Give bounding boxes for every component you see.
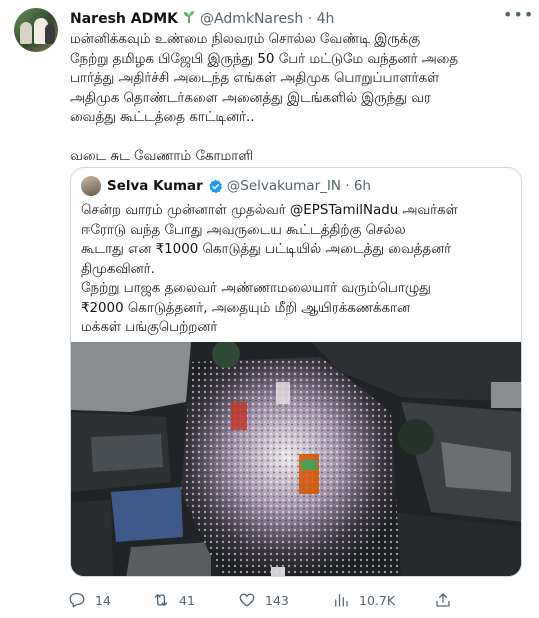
crowd-photo[interactable] [71,342,521,576]
quoted-tweet-text: சென்ற வாரம் முன்னாள் முதல்வர் @EPSTamilN… [81,203,458,335]
quoted-tweet[interactable]: Selva Kumar @Selvakumar_IN · 6h சென்ற வா… [70,167,522,577]
sprout-icon [182,10,196,28]
heart-icon [239,593,255,607]
tweet-time[interactable]: 4h [317,11,335,27]
share-button[interactable] [434,591,452,609]
more-options-icon[interactable]: ••• [503,7,533,28]
views-count: 10.7K [359,592,396,608]
quoted-author-name: Selva Kumar [107,178,203,194]
tweet-text: மன்னிக்கவும் உண்மை நிலவரம் சொல்ல வேண்டி … [70,32,459,164]
like-count: 143 [265,592,289,608]
like-button[interactable]: 143 [238,591,289,609]
author-avatar[interactable] [14,8,58,52]
retweet-button[interactable]: 41 [152,591,195,609]
quoted-tweet-header: Selva Kumar @Selvakumar_IN · 6h [81,176,371,196]
verified-badge-icon [209,179,222,193]
separator-dot: · [340,178,354,194]
retweet-count: 41 [179,592,195,608]
quoted-author-handle: @Selvakumar_IN [226,178,341,194]
quoted-tweet-time: 6h [353,178,371,194]
tweet-header: Naresh ADMK @AdmkNaresh · 4h [70,10,334,28]
analytics-icon [335,594,348,607]
author-name[interactable]: Naresh ADMK [70,11,178,27]
reply-icon [69,592,85,608]
author-handle[interactable]: @AdmkNaresh [200,11,303,27]
separator-dot: · [303,11,317,27]
quoted-author-avatar [81,176,101,196]
reply-count: 14 [95,592,111,608]
action-bar: 14 41 143 10.7K [68,588,530,612]
retweet-icon [154,594,168,606]
reply-button[interactable]: 14 [68,591,111,609]
share-icon [436,593,450,607]
views-button[interactable]: 10.7K [332,591,395,609]
